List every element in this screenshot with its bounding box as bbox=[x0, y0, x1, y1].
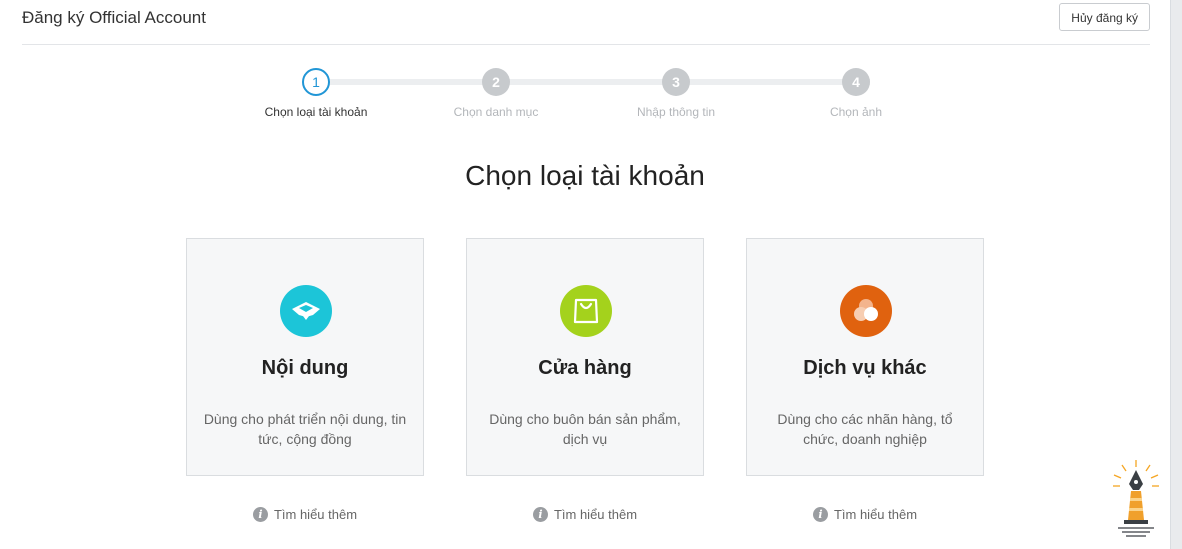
info-icon: i bbox=[532, 507, 548, 523]
step-2-number: 2 bbox=[482, 68, 510, 96]
info-icon: i bbox=[252, 507, 268, 523]
page-title: Đăng ký Official Account bbox=[22, 8, 206, 27]
step-4-number: 4 bbox=[842, 68, 870, 96]
card-title: Cửa hàng bbox=[538, 357, 632, 379]
step-3-label: Nhập thông tin bbox=[636, 105, 716, 119]
step-1-label: Chọn loại tài khoản bbox=[264, 105, 368, 119]
account-type-card-content[interactable]: Nội dung Dùng cho phát triển nội dung, t… bbox=[186, 238, 424, 476]
card-description: Dùng cho phát triển nội dung, tin tức, c… bbox=[203, 411, 407, 447]
account-type-card-other-services[interactable]: Dịch vụ khác Dùng cho các nhãn hàng, tổ … bbox=[746, 238, 984, 476]
step-1: 1 Chọn loại tài khoản bbox=[226, 68, 406, 119]
info-icon: i bbox=[812, 507, 828, 523]
cancel-registration-button[interactable]: Hủy đăng ký bbox=[1059, 3, 1150, 31]
card-description: Dùng cho các nhãn hàng, tổ chức, doanh n… bbox=[777, 411, 953, 447]
card-title: Dịch vụ khác bbox=[803, 357, 927, 379]
shopping-bag-icon bbox=[560, 285, 612, 337]
section-heading: Chọn loại tài khoản bbox=[465, 160, 705, 191]
registration-panel: Đăng ký Official Account Hủy đăng ký 1 C… bbox=[0, 0, 1171, 549]
learn-more-link-store[interactable]: i Tìm hiểu thêm bbox=[466, 506, 704, 523]
page-header: Đăng ký Official Account Hủy đăng ký bbox=[22, 0, 1150, 45]
step-4-label: Chọn ảnh bbox=[829, 105, 883, 119]
learn-more-label: Tìm hiểu thêm bbox=[273, 507, 358, 523]
step-2-label: Chọn danh mục bbox=[453, 105, 539, 119]
step-4: 4 Chọn ảnh bbox=[766, 68, 946, 119]
learn-more-label: Tìm hiểu thêm bbox=[553, 507, 638, 523]
learn-more-link-other-services[interactable]: i Tìm hiểu thêm bbox=[746, 506, 984, 523]
step-2: 2 Chọn danh mục bbox=[406, 68, 586, 119]
lighthouse-pen-logo-icon bbox=[1108, 458, 1164, 544]
step-1-number: 1 bbox=[302, 68, 330, 96]
step-3-number: 3 bbox=[662, 68, 690, 96]
card-description: Dùng cho buôn bán sản phẩm, dịch vụ bbox=[489, 411, 681, 447]
step-3: 3 Nhập thông tin bbox=[586, 68, 766, 119]
card-title: Nội dung bbox=[261, 357, 349, 379]
services-icon bbox=[840, 285, 892, 337]
learn-more-label: Tìm hiểu thêm bbox=[833, 507, 918, 523]
progress-stepper: 1 Chọn loại tài khoản 2 Chọn danh mục 3 … bbox=[226, 68, 946, 128]
account-type-card-store[interactable]: Cửa hàng Dùng cho buôn bán sản phẩm, dịc… bbox=[466, 238, 704, 476]
learn-more-link-content[interactable]: i Tìm hiểu thêm bbox=[186, 506, 424, 523]
content-icon bbox=[280, 285, 332, 337]
